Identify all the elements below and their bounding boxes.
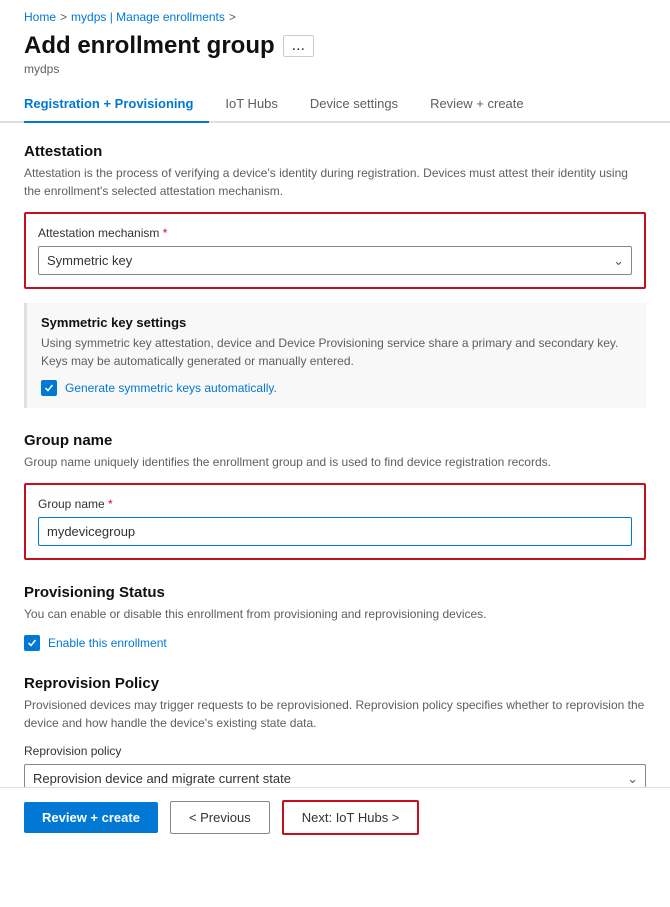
tabs-bar: Registration + Provisioning IoT Hubs Dev… [0,88,670,123]
generate-keys-row: Generate symmetric keys automatically. [41,380,632,396]
tab-registration[interactable]: Registration + Provisioning [24,88,209,121]
next-iothubs-button[interactable]: Next: IoT Hubs > [282,800,420,835]
attestation-mechanism-wrapper: Symmetric key X.509 certificates TPM ⌄ [38,246,632,275]
group-name-label: Group name * [38,497,632,511]
group-name-section: Group name Group name uniquely identifie… [24,432,646,560]
page-title: Add enrollment group [24,32,275,60]
attestation-mechanism-group: Attestation mechanism * Symmetric key X.… [24,212,646,289]
reprovision-policy-section: Reprovision Policy Provisioned devices m… [24,675,646,793]
group-name-title: Group name [24,432,646,449]
group-name-input[interactable] [38,517,632,546]
symmetric-key-description: Using symmetric key attestation, device … [41,334,632,370]
group-name-required-star: * [105,497,113,511]
breadcrumb: Home > mydps | Manage enrollments > [0,0,670,28]
symmetric-key-settings: Symmetric key settings Using symmetric k… [24,303,646,408]
attestation-title: Attestation [24,143,646,160]
reprovision-policy-description: Provisioned devices may trigger requests… [24,696,646,732]
review-create-button[interactable]: Review + create [24,802,158,833]
tab-reviewcreate[interactable]: Review + create [414,88,540,121]
attestation-description: Attestation is the process of verifying … [24,164,646,200]
enable-enrollment-checkbox[interactable] [24,635,40,651]
breadcrumb-sep2: > [229,10,236,24]
ellipsis-button[interactable]: ... [283,35,314,57]
group-name-field-group: Group name * [24,483,646,560]
generate-keys-label[interactable]: Generate symmetric keys automatically. [65,381,277,395]
tab-iothubs[interactable]: IoT Hubs [209,88,294,121]
provisioning-status-title: Provisioning Status [24,584,646,601]
breadcrumb-sep1: > [60,10,67,24]
generate-keys-checkbox[interactable] [41,380,57,396]
provisioning-status-section: Provisioning Status You can enable or di… [24,584,646,651]
attestation-mechanism-label: Attestation mechanism * [38,226,632,240]
reprovision-policy-label: Reprovision policy [24,744,646,758]
tab-devicesettings[interactable]: Device settings [294,88,414,121]
breadcrumb-mydps[interactable]: mydps | Manage enrollments [71,10,225,24]
provisioning-status-description: You can enable or disable this enrollmen… [24,605,646,623]
enable-enrollment-label[interactable]: Enable this enrollment [48,636,167,650]
previous-button[interactable]: < Previous [170,801,270,834]
reprovision-policy-title: Reprovision Policy [24,675,646,692]
attestation-section: Attestation Attestation is the process o… [24,143,646,408]
footer: Review + create < Previous Next: IoT Hub… [0,787,670,847]
breadcrumb-home[interactable]: Home [24,10,56,24]
main-content: Attestation Attestation is the process o… [0,123,670,837]
attestation-mechanism-select[interactable]: Symmetric key X.509 certificates TPM [38,246,632,275]
required-star: * [159,226,167,240]
page-header: Add enrollment group ... mydps [0,28,670,76]
group-name-description: Group name uniquely identifies the enrol… [24,453,646,471]
page-subtitle: mydps [24,62,646,76]
enable-enrollment-row: Enable this enrollment [24,635,646,651]
symmetric-key-title: Symmetric key settings [41,315,632,330]
